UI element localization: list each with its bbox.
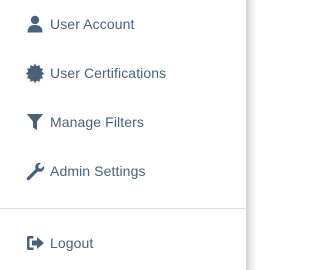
- menu-item-user-account[interactable]: User Account: [0, 4, 246, 44]
- wrench-icon: [25, 161, 45, 181]
- menu-item-label: Admin Settings: [50, 163, 146, 179]
- filter-icon: [25, 112, 45, 132]
- menu-item-label: Manage Filters: [50, 114, 144, 130]
- menu-item-label: User Account: [50, 16, 135, 32]
- menu-shadow-edge: [246, 0, 257, 270]
- menu-item-label: User Certifications: [50, 65, 167, 81]
- certificate-icon: [25, 63, 45, 83]
- menu-item-admin-settings[interactable]: Admin Settings: [0, 151, 246, 191]
- sign-out-icon: [25, 233, 45, 253]
- user-icon: [25, 14, 45, 34]
- menu-item-user-certifications[interactable]: User Certifications: [0, 53, 246, 93]
- user-dropdown-menu: User Account User Certifications Manage …: [0, 0, 246, 270]
- menu-item-logout[interactable]: Logout: [0, 223, 246, 263]
- menu-divider: [0, 208, 246, 209]
- menu-item-label: Logout: [50, 235, 94, 251]
- menu-item-manage-filters[interactable]: Manage Filters: [0, 102, 246, 142]
